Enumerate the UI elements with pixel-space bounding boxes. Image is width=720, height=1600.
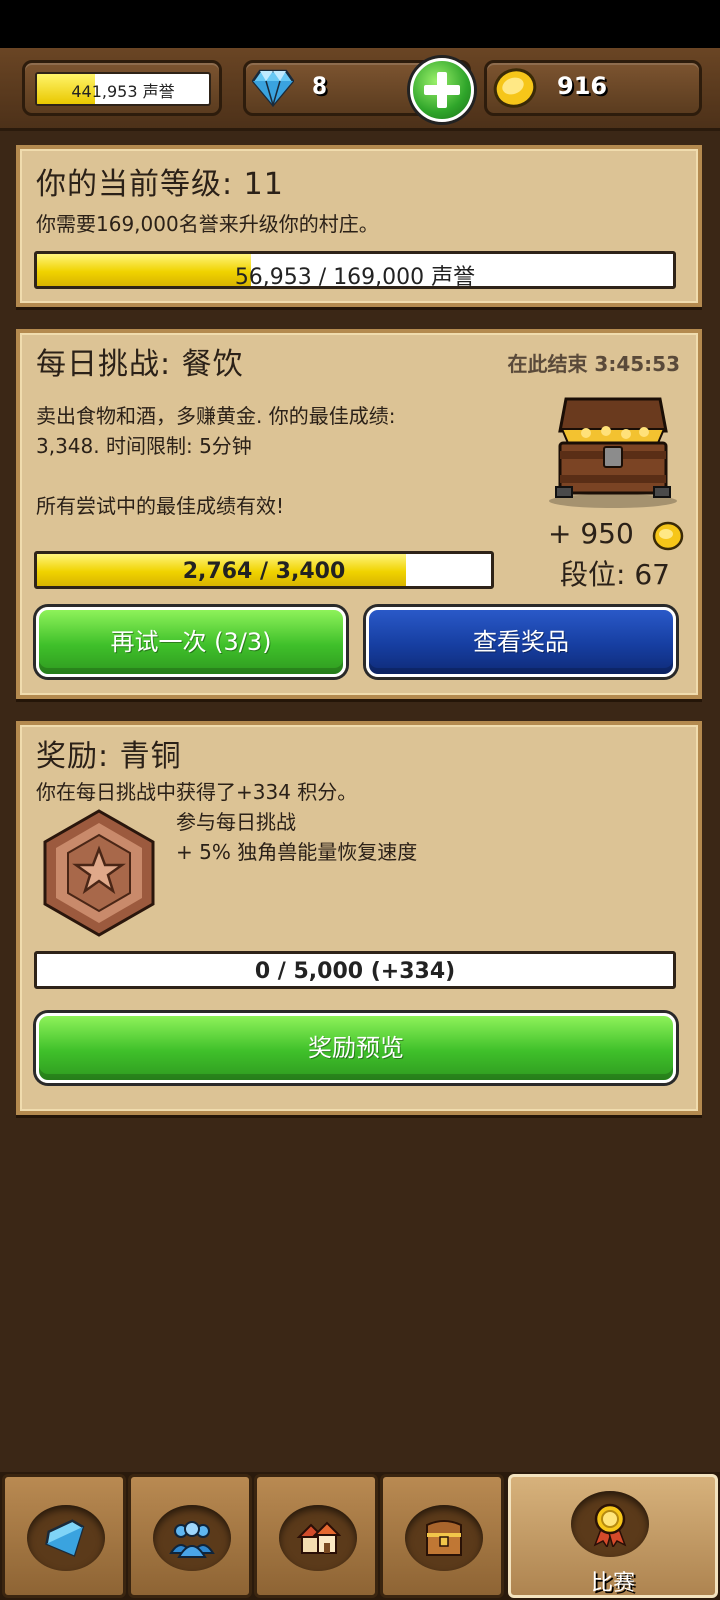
reward-title: 奖励: 青铜 (36, 739, 182, 774)
challenge-rank: 段位: 67 (560, 558, 670, 591)
diamond-icon (252, 69, 294, 107)
challenge-description-line1: 卖出食物和酒，多赚黄金. 你的最佳成绩: (36, 404, 396, 428)
reward-progress-bar: 0 / 5,000 (+334) (34, 951, 676, 989)
reward-panel: 奖励: 青铜 你在每日挑战中获得了+334 积分。 参与每日挑战 + 5% 独角… (16, 721, 702, 1115)
gold-coin-icon (493, 68, 537, 108)
medal-icon (593, 1503, 627, 1547)
fame-text: 441,953 声誉 (71, 82, 175, 101)
challenge-description-line2: 3,348. 时间限制: 5分钟 (36, 434, 252, 458)
nav-tab-village[interactable] (254, 1474, 378, 1598)
fame-progress-bar: 441,953 声誉 (35, 72, 211, 106)
perk-line1: 参与每日挑战 (176, 810, 296, 834)
reward-preview-button[interactable]: 奖励预览 (36, 1013, 676, 1083)
view-prizes-button[interactable]: 查看奖品 (366, 607, 676, 677)
people-icon (169, 1521, 215, 1558)
perk-line2: + 5% 独角兽能量恢复速度 (176, 840, 418, 864)
fame-counter[interactable]: 441,953 声誉 (22, 60, 222, 116)
challenge-progress-text: 2,764 / 3,400 (182, 559, 346, 584)
treasure-chest-icon (549, 397, 677, 508)
bottom-nav: 比赛 (0, 1472, 720, 1600)
gold-counter[interactable]: 916 (484, 60, 702, 116)
chest-icon (426, 1520, 462, 1556)
daily-challenge-panel: 每日挑战: 餐饮 在此结束 3:45:53 卖出食物和酒，多赚黄金. 你的最佳成… (16, 329, 702, 699)
reward-progress-text: 0 / 5,000 (+334) (254, 959, 456, 984)
challenge-note: 所有尝试中的最佳成绩有效! (36, 494, 285, 518)
nav-tab-socket (153, 1505, 231, 1571)
nav-tab-socket (27, 1505, 105, 1571)
gold-count: 916 (557, 72, 608, 100)
level-progress-bar: 56,953 / 169,000 声誉 (34, 251, 676, 289)
level-description: 你需要169,000名誉来升级你的村庄。 (36, 212, 379, 236)
challenge-timer: 在此结束 3:45:53 (507, 352, 680, 376)
nav-tab-socket (279, 1505, 357, 1571)
add-gems-button[interactable] (410, 58, 474, 122)
reward-description: 你在每日挑战中获得了+334 积分。 (36, 780, 358, 804)
gold-coin-icon (652, 521, 684, 551)
nav-tab-competition[interactable]: 比赛 (508, 1474, 718, 1598)
nav-tab-socket (571, 1491, 649, 1557)
level-title: 你的当前等级: 11 (36, 167, 284, 202)
resource-bar: 441,953 声誉 8 916 (0, 48, 720, 131)
nav-tab-gems[interactable] (2, 1474, 126, 1598)
level-progress-text: 56,953 / 169,000 声誉 (234, 265, 476, 289)
village-icon (296, 1521, 341, 1554)
nav-tab-socket (405, 1505, 483, 1571)
nav-tab-label: 比赛 (590, 1571, 635, 1596)
bronze-medal-icon (43, 809, 155, 937)
status-bar (0, 0, 720, 48)
challenge-progress-bar: 2,764 / 3,400 (34, 551, 494, 589)
nav-tab-chest[interactable] (380, 1474, 504, 1598)
gem-count: 8 (312, 72, 328, 100)
plus-icon-bar (424, 85, 460, 95)
retry-button[interactable]: 再试一次 (3/3) (36, 607, 346, 677)
gem-icon (45, 1519, 85, 1557)
daily-challenge-title: 每日挑战: 餐饮 (36, 347, 244, 382)
challenge-reward-amount: + 950 (548, 517, 634, 550)
level-panel: 你的当前等级: 11 你需要169,000名誉来升级你的村庄。 56,953 /… (16, 145, 702, 307)
nav-tab-people[interactable] (128, 1474, 252, 1598)
